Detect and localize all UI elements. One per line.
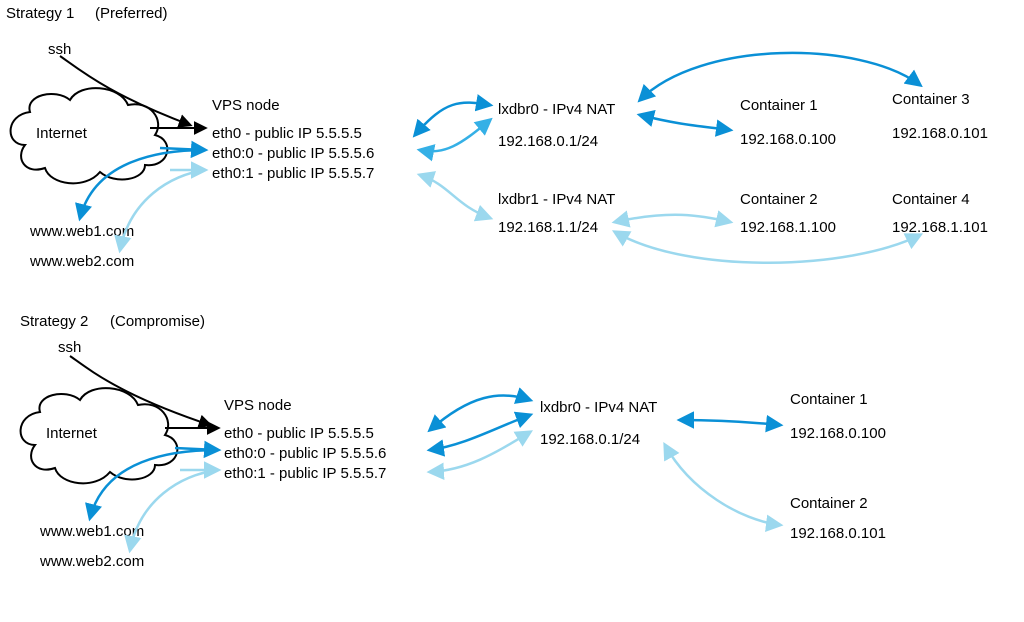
s1-ssh-arrow	[60, 56, 190, 125]
s1-ssh-label: ssh	[48, 40, 71, 60]
s1-br1-c2-arrow	[615, 215, 730, 222]
s2-br0-cidr: 192.168.0.1/24	[540, 430, 640, 450]
s2-web1-hook	[175, 448, 218, 450]
s1-br0-cidr: 192.168.0.1/24	[498, 132, 598, 152]
s1-eth01: eth0:1 - public IP 5.5.5.7	[212, 164, 374, 184]
s1-c2-title: Container 2	[740, 190, 818, 210]
s2-eth01: eth0:1 - public IP 5.5.5.7	[224, 464, 386, 484]
s2-web1: www.web1.com	[40, 522, 144, 542]
s2-web1-arrow	[90, 450, 218, 518]
s1-c1-ip: 192.168.0.100	[740, 130, 836, 150]
s2-cloud-icon	[21, 388, 178, 483]
s1-eth0: eth0 - public IP 5.5.5.5	[212, 124, 362, 144]
s1-c3-title: Container 3	[892, 90, 970, 110]
strategy2-title-a: Strategy 2	[20, 312, 88, 332]
s1-eth0-br0-arrow	[415, 103, 490, 135]
s2-eth0-br0-arrow-b	[430, 415, 530, 450]
s1-cloud-icon	[11, 88, 168, 183]
s2-ssh-label: ssh	[58, 338, 81, 358]
s2-ssh-arrow	[70, 356, 210, 425]
s1-c4-ip: 192.168.1.101	[892, 218, 988, 238]
s2-eth0-br0-arrow-a	[430, 395, 530, 430]
s2-c2-ip: 192.168.0.101	[790, 524, 886, 544]
s1-c3-ip: 192.168.0.101	[892, 124, 988, 144]
s1-web1-hook	[160, 148, 205, 150]
s2-web2: www.web2.com	[40, 552, 144, 572]
strategy1-title-b: (Preferred)	[95, 4, 168, 24]
s1-web2: www.web2.com	[30, 252, 134, 272]
s1-c2-ip: 192.168.1.100	[740, 218, 836, 238]
s1-br0-c1-arrow	[640, 115, 730, 130]
s1-br0-title: lxdbr0 - IPv4 NAT	[498, 100, 615, 120]
strategy1-title-a: Strategy 1	[6, 4, 74, 24]
s1-internet-label: Internet	[36, 124, 87, 144]
s1-eth01-br1-arrow	[420, 175, 490, 218]
s2-c1-ip: 192.168.0.100	[790, 424, 886, 444]
s2-vps-node: VPS node	[224, 396, 292, 416]
s2-br0-c2-arrow	[665, 445, 780, 525]
s2-internet-label: Internet	[46, 424, 97, 444]
strategy2-title-b: (Compromise)	[110, 312, 205, 332]
s1-eth00-br0-arrow	[420, 120, 490, 151]
s1-br1-cidr: 192.168.1.1/24	[498, 218, 598, 238]
s2-eth0: eth0 - public IP 5.5.5.5	[224, 424, 374, 444]
s1-br0-c3-arrow	[640, 53, 920, 100]
s2-br0-c1-arrow	[680, 420, 780, 425]
s1-web1-arrow	[80, 150, 205, 218]
s2-c1-title: Container 1	[790, 390, 868, 410]
s1-vps-node: VPS node	[212, 96, 280, 116]
s1-c1-title: Container 1	[740, 96, 818, 116]
s1-c4-title: Container 4	[892, 190, 970, 210]
s1-web1: www.web1.com	[30, 222, 134, 242]
s2-eth01-br0-arrow	[430, 432, 530, 472]
s2-c2-title: Container 2	[790, 494, 868, 514]
s2-br0-title: lxdbr0 - IPv4 NAT	[540, 398, 657, 418]
s2-eth00: eth0:0 - public IP 5.5.5.6	[224, 444, 386, 464]
s1-eth00: eth0:0 - public IP 5.5.5.6	[212, 144, 374, 164]
s1-br1-title: lxdbr1 - IPv4 NAT	[498, 190, 615, 210]
